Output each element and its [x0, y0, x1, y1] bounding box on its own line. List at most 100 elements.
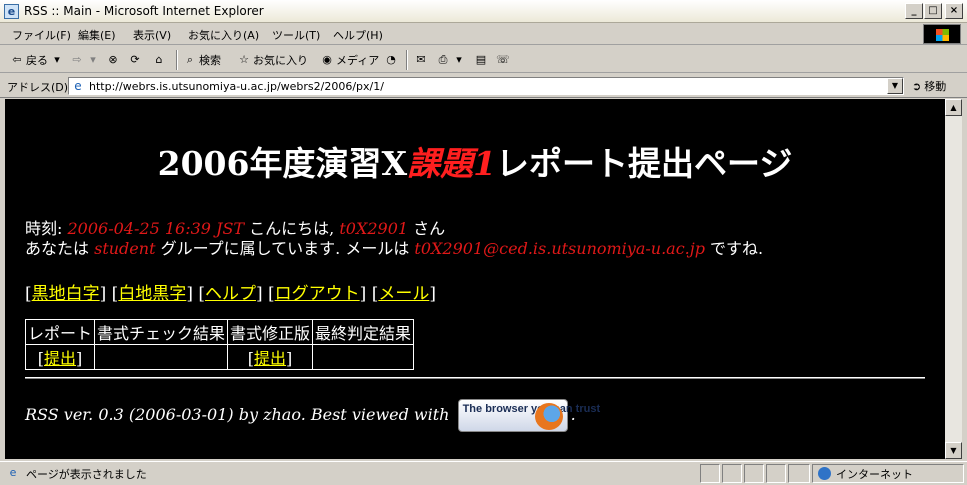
home-icon: ⌂ [155, 53, 163, 66]
search-button[interactable]: ⌕ 検索 [183, 51, 221, 69]
forward-button[interactable]: ⇨ ▾ [70, 51, 100, 69]
link-mail[interactable]: メール [378, 284, 429, 304]
windows-logo-icon [936, 29, 949, 41]
report-table: レポート 書式チェック結果 書式修正版 最終判定結果 [提出] [提出] [24, 319, 415, 370]
page-content: 2006年度演習X課題1レポート提出ページ 時刻: 2006-04-25 16:… [5, 99, 945, 459]
go-label: 移動 [924, 80, 947, 93]
title-bar: e RSS :: Main - Microsoft Internet Explo… [0, 0, 967, 23]
vertical-scrollbar[interactable]: ▲ ▼ [945, 99, 962, 459]
status-bar: e ページが表示されました インターネット [0, 461, 967, 485]
back-label: 戻る [26, 54, 48, 67]
menu-bar: ファイル(F) 編集(E) 表示(V) お気に入り(A) ツール(T) ヘルプ(… [0, 23, 967, 45]
address-bar: アドレス(D) e http://webrs.is.utsunomiya-u.a… [0, 74, 967, 98]
address-url: http://webrs.is.utsunomiya-u.ac.jp/webrs… [89, 80, 384, 93]
title-assignment: 課題1 [407, 144, 497, 183]
cell-format-check [94, 344, 229, 370]
media-button[interactable]: ◉ メディア [320, 51, 379, 69]
header-report: レポート [24, 319, 96, 345]
status-message: ページが表示されました [26, 468, 147, 481]
address-label: アドレス(D) [7, 81, 69, 94]
favorites-button[interactable]: ☆ お気に入り [237, 51, 308, 69]
status-pane [766, 464, 786, 483]
window-controls: _ □ × [905, 3, 963, 19]
user-info: 時刻: 2006-04-25 16:39 JST こんにちは, t0X2901 … [25, 219, 763, 259]
info-line-2: あなたは student グループに属しています. メールは t0X2901@c… [25, 239, 763, 259]
discuss-icon: ☏ [496, 53, 510, 66]
group-suffix: グループに属しています. メールは [160, 239, 410, 258]
time-label: 時刻: [25, 219, 63, 238]
menu-help[interactable]: ヘルプ(H) [333, 27, 383, 43]
media-icon: ◉ [322, 53, 332, 66]
menu-edit[interactable]: 編集(E) [78, 27, 116, 43]
minimize-button[interactable]: _ [905, 3, 923, 19]
history-button[interactable]: ◔ [384, 51, 398, 69]
cell-final-result [312, 344, 415, 370]
title-suffix: レポート提出ページ [496, 144, 793, 183]
history-icon: ◔ [386, 53, 396, 66]
footer-text: RSS ver. 0.3 (2006-03-01) by zhao. Best … [25, 405, 450, 424]
status-pane [744, 464, 764, 483]
discuss-button[interactable]: ☏ [496, 51, 510, 69]
search-icon: ⌕ [186, 53, 194, 66]
cell-report: [提出] [24, 344, 96, 370]
email-address: t0X2901@ced.is.utsunomiya-u.ac.jp [414, 239, 705, 258]
print-icon: ⎙ [438, 53, 448, 66]
scroll-down-icon[interactable]: ▼ [945, 442, 962, 459]
cell-revised: [提出] [227, 344, 314, 370]
table-header-row: レポート 書式チェック結果 書式修正版 最終判定結果 [24, 319, 415, 345]
edit-button[interactable]: ▤ [474, 51, 488, 69]
address-dropdown-button[interactable]: ▼ [887, 78, 903, 94]
menu-tools[interactable]: ツール(T) [272, 27, 320, 43]
favorites-label: お気に入り [253, 54, 308, 67]
link-black-background[interactable]: 黒地白字 [32, 284, 100, 304]
link-help[interactable]: ヘルプ [205, 284, 256, 304]
status-pane [700, 464, 720, 483]
menu-view[interactable]: 表示(V) [133, 27, 171, 43]
toolbar: ⇦ 戻る ▾ ⇨ ▾ ⊗ ⟳ ⌂ ⌕ 検索 ☆ お気に入り ◉ メディア ◔ ✉… [0, 46, 967, 73]
toolbar-separator [406, 50, 408, 70]
back-button[interactable]: ⇦ 戻る ▾ [10, 51, 64, 69]
group-name: student [94, 239, 156, 258]
maximize-button[interactable]: □ [924, 3, 942, 19]
chevron-down-icon: ▾ [90, 53, 96, 66]
print-button[interactable]: ⎙ ▾ [436, 51, 466, 69]
link-logout[interactable]: ログアウト [275, 284, 360, 304]
mail-button[interactable]: ✉ [414, 51, 428, 69]
home-button[interactable]: ⌂ [152, 51, 166, 69]
firefox-logo-icon [534, 403, 563, 430]
back-arrow-icon: ⇦ [12, 53, 22, 66]
media-label: メディア [336, 54, 380, 67]
chevron-down-icon: ▾ [456, 53, 462, 66]
link-white-background[interactable]: 白地黒字 [118, 284, 186, 304]
close-button[interactable]: × [945, 3, 963, 19]
windows-throbber [923, 24, 961, 44]
footer: RSS ver. 0.3 (2006-03-01) by zhao. Best … [25, 399, 601, 432]
info-line-1: 時刻: 2006-04-25 16:39 JST こんにちは, t0X2901 … [25, 219, 763, 239]
toolbar-separator [176, 50, 178, 70]
greeting: こんにちは, [249, 219, 335, 238]
ie-page-icon: e [74, 79, 82, 93]
refresh-button[interactable]: ⟳ [128, 51, 142, 69]
group-prefix: あなたは [25, 239, 90, 258]
zone-label: インターネット [836, 468, 913, 481]
go-button[interactable]: ➲ 移動 [912, 78, 946, 94]
submit-report-link[interactable]: 提出 [44, 349, 76, 368]
forward-arrow-icon: ⇨ [72, 53, 82, 66]
header-revised: 書式修正版 [227, 319, 314, 345]
scroll-up-icon[interactable]: ▲ [945, 99, 962, 116]
ie-page-icon: e [4, 4, 19, 19]
header-final-result: 最終判定結果 [312, 319, 415, 345]
stop-button[interactable]: ⊗ [106, 51, 120, 69]
menu-file[interactable]: ファイル(F) [12, 27, 71, 43]
horizontal-rule [25, 377, 925, 379]
mail-icon: ✉ [416, 53, 426, 66]
status-pane [722, 464, 742, 483]
firefox-badge[interactable]: The browser you can trust [457, 399, 601, 432]
favorites-icon: ☆ [239, 53, 249, 66]
menu-favorites[interactable]: お気に入り(A) [188, 27, 259, 43]
badge-text: The browser you can trust [462, 403, 601, 415]
edit-icon: ▤ [475, 53, 487, 66]
page-title: 2006年度演習X課題1レポート提出ページ [5, 137, 945, 185]
submit-revised-link[interactable]: 提出 [254, 349, 286, 368]
address-input[interactable]: e http://webrs.is.utsunomiya-u.ac.jp/web… [68, 77, 904, 95]
